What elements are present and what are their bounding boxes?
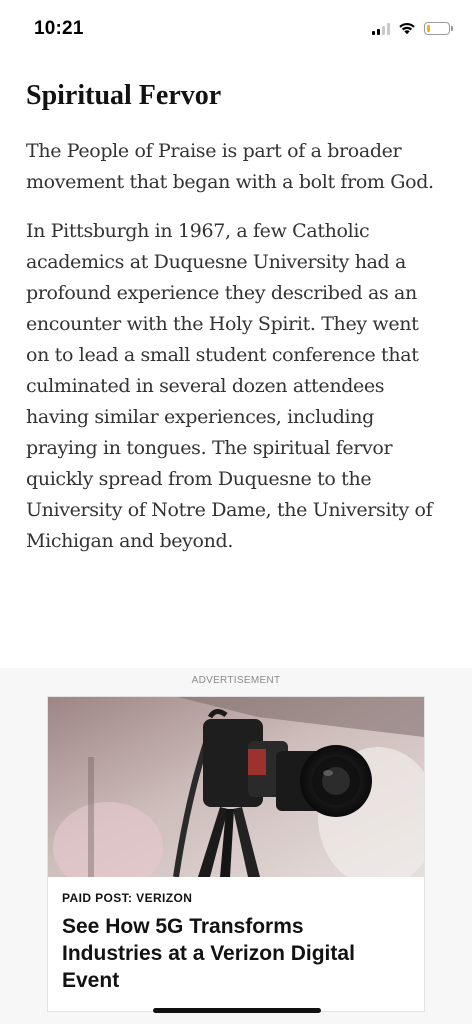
sponsored-ad-card[interactable]: PAID POST: VERIZON See How 5G Transforms… <box>47 696 425 1012</box>
advertisement-region: ADVERTISEMENT PAID POST: VERIZON See How… <box>0 668 472 1024</box>
wifi-icon <box>399 22 415 35</box>
cellular-signal-icon <box>372 22 390 35</box>
status-bar: 10:21 <box>0 0 472 58</box>
ad-headline-link[interactable]: See How 5G Transforms Industries at a Ve… <box>62 913 402 994</box>
status-time: 10:21 <box>34 18 84 39</box>
article-paragraph: In Pittsburgh in 1967, a few Catholic ac… <box>26 220 433 552</box>
status-icons <box>372 20 453 36</box>
ad-image[interactable] <box>48 697 424 877</box>
ad-sponsor-label: PAID POST: VERIZON <box>62 891 193 905</box>
camera-on-tripod-illustration <box>48 697 424 877</box>
battery-icon <box>424 21 453 35</box>
advertisement-label: ADVERTISEMENT <box>191 675 281 686</box>
battery-level <box>427 24 430 32</box>
article-paragraph: The People of Praise is part of a broade… <box>26 140 434 193</box>
home-indicator <box>153 1008 321 1013</box>
section-heading: Spiritual Fervor <box>26 80 222 111</box>
article-body: Spiritual Fervor The People of Praise is… <box>26 78 446 575</box>
